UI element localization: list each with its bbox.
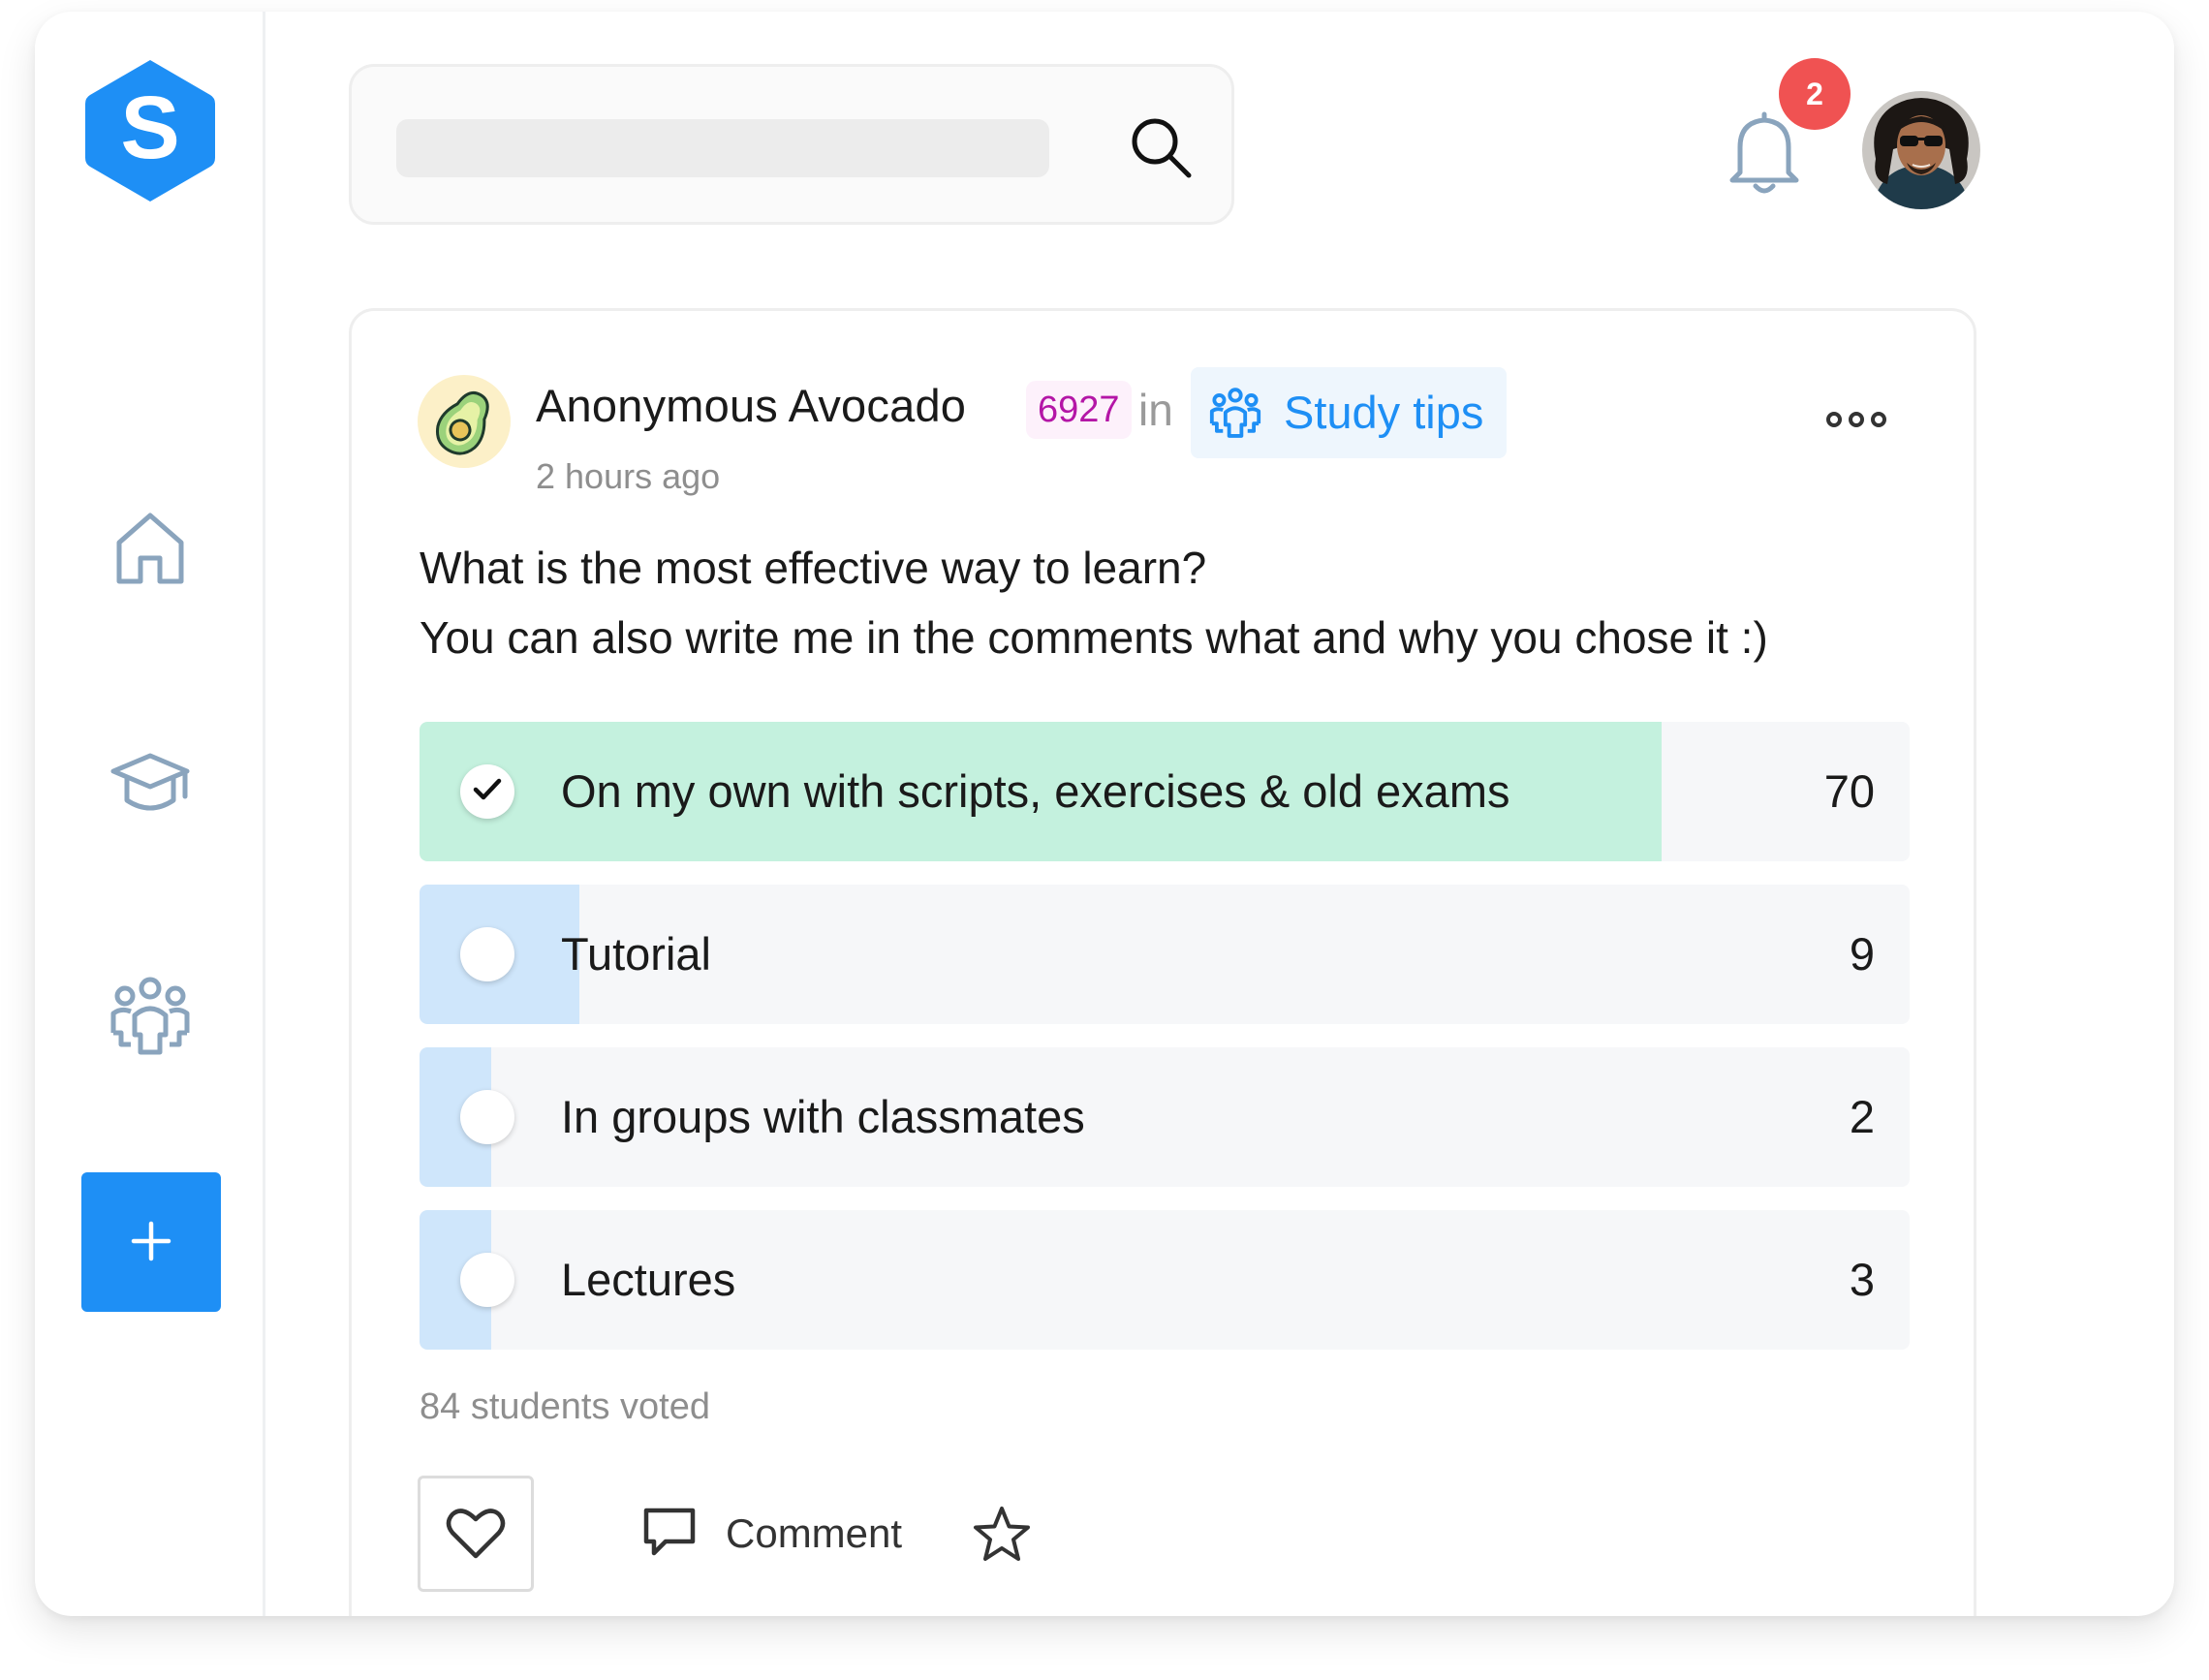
poll-option-tutorial[interactable]: Tutorial 9 <box>420 885 1910 1024</box>
home-icon <box>108 513 193 593</box>
like-button[interactable] <box>418 1476 534 1592</box>
app-window: S 2 Anonymous Avocado 6927 in Study tips… <box>35 12 2174 1616</box>
poll-option-count: 3 <box>1849 1254 1875 1305</box>
plus-icon <box>130 1220 172 1265</box>
add-post-button[interactable] <box>81 1172 221 1312</box>
sidebar-item-groups[interactable] <box>108 975 193 1060</box>
author-name[interactable]: Anonymous Avocado <box>536 379 966 432</box>
bookmark-button[interactable] <box>972 1505 1032 1565</box>
sidebar: S <box>35 12 265 1616</box>
comment-button[interactable]: Comment <box>642 1495 902 1572</box>
poll-option-label: In groups with classmates <box>561 1091 1085 1142</box>
more-dots-icon <box>1824 412 1888 443</box>
search-bar <box>349 64 1234 225</box>
in-label: in <box>1138 385 1173 435</box>
groups-icon <box>1208 387 1262 441</box>
author-avatar[interactable] <box>418 375 511 468</box>
more-options-button[interactable] <box>1824 400 1888 439</box>
sidebar-item-home[interactable] <box>108 504 193 589</box>
poll-option-label: Tutorial <box>561 928 711 980</box>
groups-icon <box>108 977 193 1064</box>
poll-option-groups[interactable]: In groups with classmates 2 <box>420 1047 1910 1187</box>
poll-option-label: Lectures <box>561 1254 736 1305</box>
poll-option-radio <box>460 1090 514 1144</box>
heart-icon <box>446 1506 506 1563</box>
search-input[interactable] <box>396 119 1049 177</box>
poll-option-lectures[interactable]: Lectures 3 <box>420 1210 1910 1350</box>
post-description: You can also write me in the comments wh… <box>420 612 1768 663</box>
logo-letter: S <box>120 78 179 177</box>
user-avatar[interactable] <box>1860 89 1982 211</box>
checkmark-icon <box>471 773 504 811</box>
group-tag-study-tips[interactable]: Study tips <box>1191 367 1507 458</box>
notification-count-badge: 2 <box>1779 58 1851 130</box>
poll-option-count: 2 <box>1849 1091 1875 1142</box>
star-icon <box>972 1507 1032 1569</box>
group-tag-label: Study tips <box>1284 387 1484 438</box>
search-icon[interactable] <box>1127 113 1195 181</box>
sidebar-item-courses[interactable] <box>108 740 193 825</box>
poll-option-radio <box>460 927 514 981</box>
post-question: What is the most effective way to learn? <box>420 543 1207 593</box>
vote-count-text: 84 students voted <box>420 1386 710 1427</box>
poll-option-label: On my own with scripts, exercises & old … <box>561 765 1510 817</box>
bell-icon <box>1725 111 1804 202</box>
comment-button-label: Comment <box>726 1510 903 1556</box>
poll-option-count: 9 <box>1849 928 1875 980</box>
speech-bubble-icon <box>642 1507 697 1562</box>
karma-badge: 6927 <box>1026 381 1132 439</box>
avocado-icon <box>418 391 511 472</box>
poll-option-own-study[interactable]: On my own with scripts, exercises & old … <box>420 722 1910 861</box>
post-timestamp: 2 hours ago <box>536 456 721 496</box>
post-card: Anonymous Avocado 6927 in Study tips 2 h… <box>349 308 1976 1616</box>
app-logo[interactable]: S <box>83 56 217 205</box>
poll-option-radio-checked <box>460 764 514 819</box>
poll-option-radio <box>460 1253 514 1307</box>
graduation-cap-icon <box>108 753 193 829</box>
poll-option-count: 70 <box>1823 765 1875 817</box>
